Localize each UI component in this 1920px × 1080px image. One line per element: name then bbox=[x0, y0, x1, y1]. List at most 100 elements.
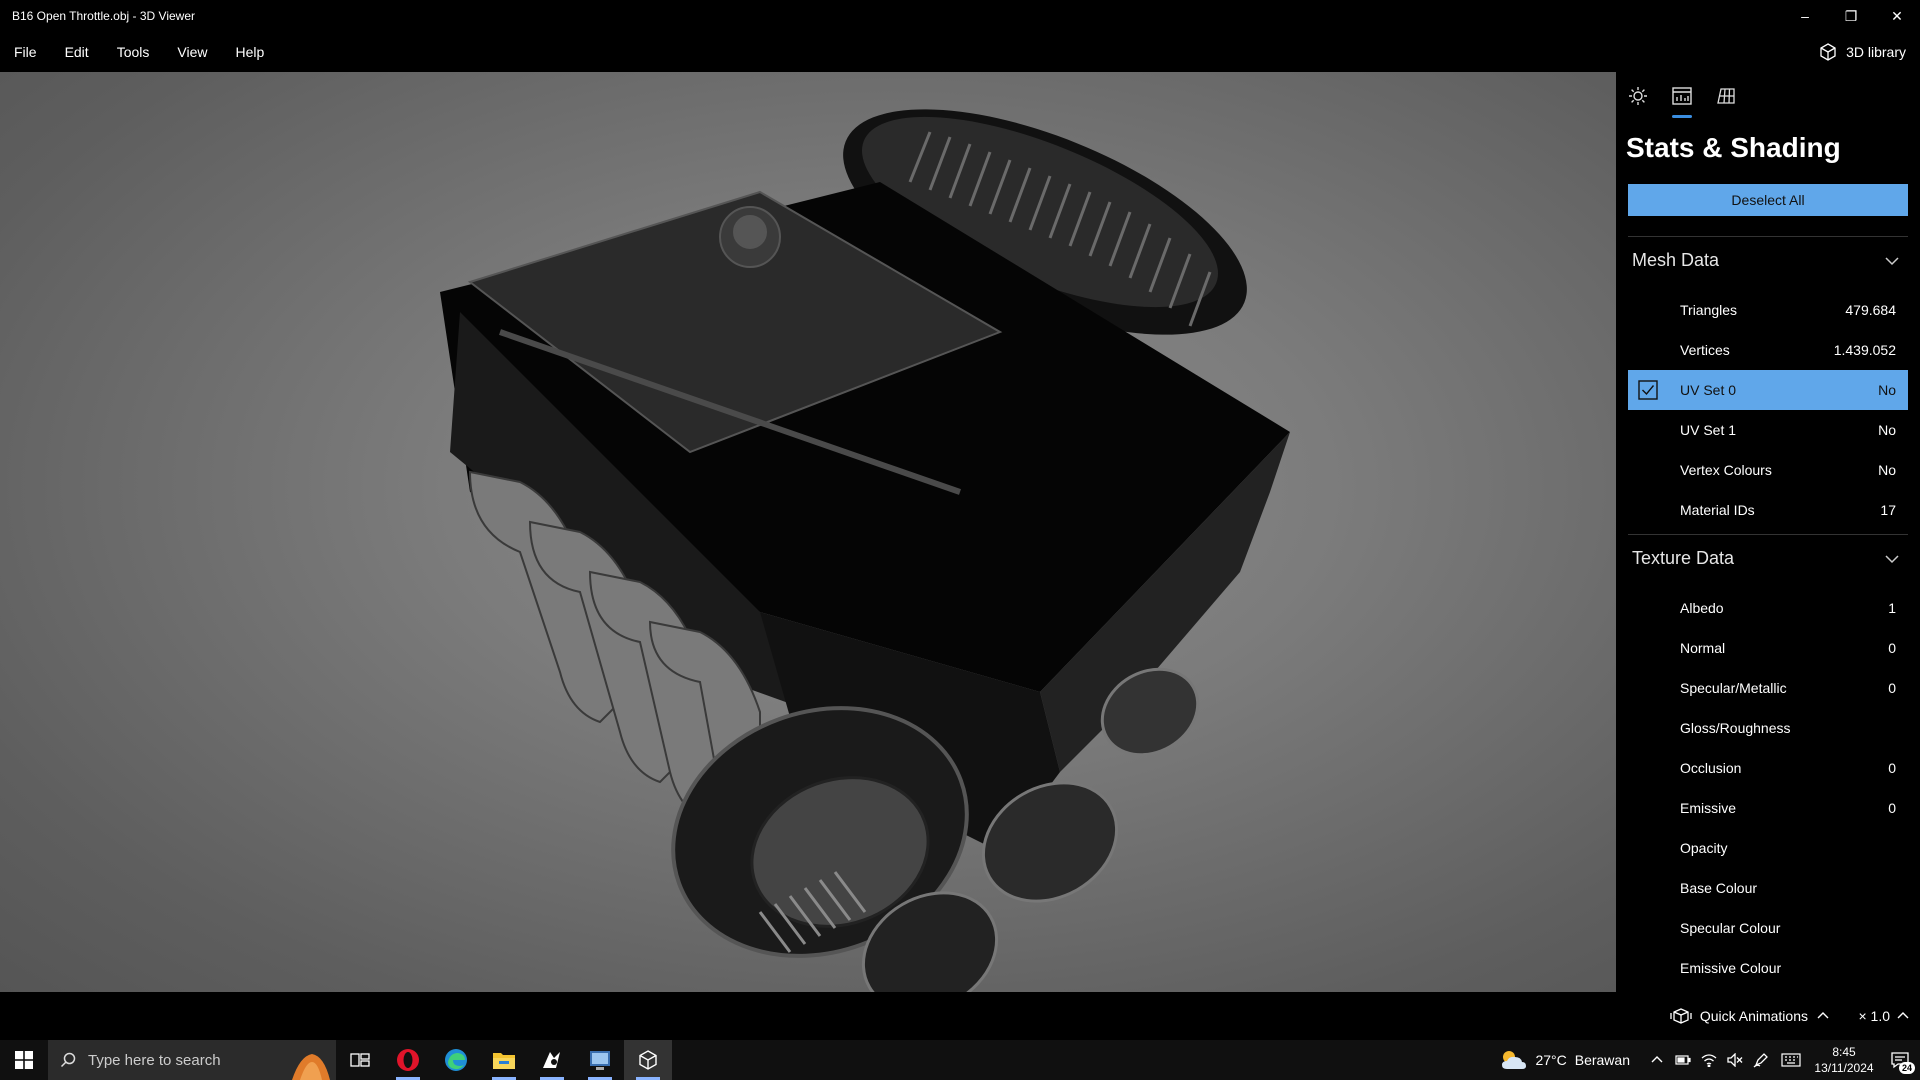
minimize-button[interactable]: – bbox=[1782, 0, 1828, 32]
playback-speed-button[interactable]: × 1.0 bbox=[1858, 992, 1910, 1040]
edge-icon bbox=[445, 1049, 467, 1071]
quick-animations-label: Quick Animations bbox=[1699, 1008, 1808, 1024]
row-label: Albedo bbox=[1680, 600, 1724, 616]
taskbar-app-blender[interactable] bbox=[528, 1040, 576, 1080]
menu-view[interactable]: View bbox=[163, 32, 221, 72]
task-view-icon bbox=[350, 1053, 370, 1067]
row-value: No bbox=[1878, 382, 1896, 398]
texture-row-emissive-colour[interactable]: Emissive Colour bbox=[1628, 948, 1908, 988]
texture-data-header[interactable]: Texture Data bbox=[1628, 534, 1908, 582]
row-label: Emissive bbox=[1680, 800, 1737, 816]
volume-muted-icon bbox=[1727, 1053, 1743, 1067]
mesh-row-triangles[interactable]: Triangles 479.684 bbox=[1628, 290, 1908, 330]
row-label: Triangles bbox=[1680, 302, 1738, 318]
close-button[interactable]: ✕ bbox=[1874, 0, 1920, 32]
row-value: 0 bbox=[1888, 640, 1896, 656]
row-label: Specular/Metallic bbox=[1680, 680, 1787, 696]
texture-row-emissive[interactable]: Emissive 0 bbox=[1628, 788, 1908, 828]
taskbar-file-explorer[interactable] bbox=[480, 1040, 528, 1080]
notification-center-button[interactable]: 24 bbox=[1880, 1040, 1920, 1080]
row-label: Vertex Colours bbox=[1680, 462, 1772, 478]
weather-widget[interactable]: 27°C Berawan bbox=[1485, 1049, 1644, 1071]
mesh-row-uv-set-0[interactable]: UV Set 0 No bbox=[1628, 370, 1908, 410]
tab-grid[interactable] bbox=[1704, 72, 1748, 120]
start-button[interactable] bbox=[0, 1040, 48, 1080]
chevron-down-icon bbox=[1885, 554, 1899, 563]
mesh-row-vertices[interactable]: Vertices 1.439.052 bbox=[1628, 330, 1908, 370]
row-label: UV Set 1 bbox=[1680, 422, 1737, 438]
row-label: Opacity bbox=[1680, 840, 1728, 856]
battery-button[interactable] bbox=[1670, 1040, 1696, 1080]
row-label: Material IDs bbox=[1680, 502, 1755, 518]
wifi-icon bbox=[1701, 1054, 1717, 1067]
3d-library-button[interactable]: 3D library bbox=[1818, 32, 1906, 72]
texture-row-albedo[interactable]: Albedo 1 bbox=[1628, 588, 1908, 628]
texture-row-specular-metallic[interactable]: Specular/Metallic 0 bbox=[1628, 668, 1908, 708]
mesh-data-label: Mesh Data bbox=[1632, 250, 1720, 270]
weather-temp: 27°C bbox=[1535, 1052, 1567, 1068]
system-tray: 27°C Berawan 8:45 13/11/2024 24 bbox=[1485, 1040, 1920, 1080]
row-value: 479.684 bbox=[1845, 302, 1896, 318]
engine-model bbox=[440, 109, 1290, 992]
taskbar-3d-viewer[interactable] bbox=[624, 1040, 672, 1080]
menu-help[interactable]: Help bbox=[221, 32, 278, 72]
cube-icon bbox=[1820, 43, 1836, 61]
texture-row-base-colour[interactable]: Base Colour bbox=[1628, 868, 1908, 908]
app-icon bbox=[543, 1052, 560, 1068]
row-label: Specular Colour bbox=[1680, 920, 1781, 936]
mesh-row-vertex-colours[interactable]: Vertex Colours No bbox=[1628, 450, 1908, 490]
taskbar-search[interactable]: Type here to search bbox=[48, 1040, 336, 1080]
stats-panel: Stats & Shading Deselect All Mesh Data T… bbox=[1616, 72, 1920, 992]
pen-button[interactable] bbox=[1748, 1040, 1774, 1080]
taskbar-opera[interactable] bbox=[384, 1040, 432, 1080]
animation-bar: Quick Animations × 1.0 bbox=[0, 992, 1920, 1040]
weather-description: Berawan bbox=[1574, 1052, 1630, 1068]
texture-data-label: Texture Data bbox=[1632, 548, 1735, 568]
notification-count-badge: 24 bbox=[1898, 1062, 1915, 1074]
menu-file[interactable]: File bbox=[0, 32, 51, 72]
row-value: 0 bbox=[1888, 760, 1896, 776]
row-label: Base Colour bbox=[1680, 880, 1758, 896]
texture-row-specular-colour[interactable]: Specular Colour bbox=[1628, 908, 1908, 948]
minimize-icon: – bbox=[1801, 8, 1809, 24]
title-bar: B16 Open Throttle.obj - 3D Viewer – ❐ ✕ bbox=[0, 0, 1920, 32]
texture-row-gloss-roughness[interactable]: Gloss/Roughness bbox=[1628, 708, 1908, 748]
network-button[interactable] bbox=[1696, 1040, 1722, 1080]
row-value: 1.439.052 bbox=[1833, 342, 1896, 358]
texture-row-opacity[interactable]: Opacity bbox=[1628, 828, 1908, 868]
deselect-all-button[interactable]: Deselect All bbox=[1628, 184, 1908, 216]
taskbar-edge[interactable] bbox=[432, 1040, 480, 1080]
3d-viewport[interactable] bbox=[0, 72, 1616, 992]
app-window-icon bbox=[590, 1051, 610, 1070]
search-icon bbox=[60, 1052, 76, 1068]
menu-edit[interactable]: Edit bbox=[51, 32, 103, 72]
row-label: Gloss/Roughness bbox=[1680, 720, 1791, 736]
menu-tools[interactable]: Tools bbox=[103, 32, 164, 72]
stats-icon bbox=[1672, 87, 1692, 105]
chevron-up-icon bbox=[1817, 1012, 1829, 1019]
keyboard-button[interactable] bbox=[1774, 1040, 1808, 1080]
task-view-button[interactable] bbox=[336, 1040, 384, 1080]
volume-button[interactable] bbox=[1722, 1040, 1748, 1080]
search-placeholder: Type here to search bbox=[88, 1051, 221, 1069]
texture-row-occlusion[interactable]: Occlusion 0 bbox=[1628, 748, 1908, 788]
tab-stats-shading[interactable] bbox=[1660, 72, 1704, 120]
texture-row-normal[interactable]: Normal 0 bbox=[1628, 628, 1908, 668]
checkbox-checked-icon[interactable] bbox=[1638, 380, 1658, 400]
show-hidden-icons-button[interactable] bbox=[1644, 1040, 1670, 1080]
animation-cube-icon bbox=[1670, 1008, 1692, 1024]
taskbar-app-window[interactable] bbox=[576, 1040, 624, 1080]
mesh-row-material-ids[interactable]: Material IDs 17 bbox=[1628, 490, 1908, 530]
row-value: No bbox=[1878, 462, 1896, 478]
3d-library-label: 3D library bbox=[1846, 44, 1906, 60]
tab-lighting[interactable] bbox=[1616, 72, 1660, 120]
grid-icon bbox=[1717, 88, 1735, 104]
restore-button[interactable]: ❐ bbox=[1828, 0, 1874, 32]
taskbar: Type here to search 27°C Berawan 8:45 13… bbox=[0, 1040, 1920, 1080]
quick-animations-button[interactable]: Quick Animations bbox=[1670, 992, 1830, 1040]
mesh-data-header[interactable]: Mesh Data bbox=[1628, 236, 1908, 284]
mesh-row-uv-set-1[interactable]: UV Set 1 No bbox=[1628, 410, 1908, 450]
clock[interactable]: 8:45 13/11/2024 bbox=[1808, 1044, 1880, 1076]
pen-icon bbox=[1753, 1053, 1768, 1068]
chevron-down-icon bbox=[1885, 256, 1899, 265]
